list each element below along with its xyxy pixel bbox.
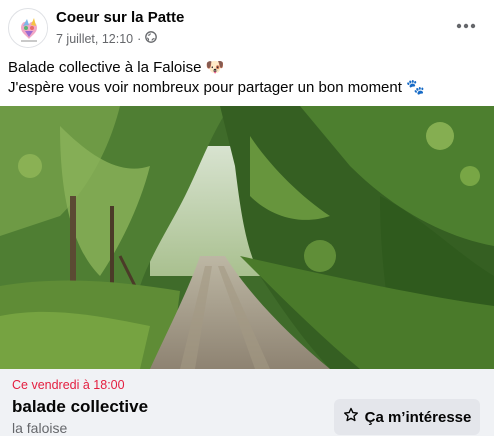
star-icon <box>343 407 359 427</box>
page-name[interactable]: Coeur sur la Patte <box>56 9 184 26</box>
post-header: Coeur sur la Patte 7 juillet, 12:10 · <box>0 0 494 50</box>
post-line-2-text: J'espère vous voir nombreux pour partage… <box>8 79 402 96</box>
event-title[interactable]: balade collective <box>12 397 148 417</box>
page-logo <box>10 10 47 47</box>
event-card[interactable]: Ce vendredi à 18:00 balade collective la… <box>0 369 494 436</box>
event-date: Ce vendredi à 18:00 <box>12 378 125 392</box>
paw-emoji: 🐾 <box>406 79 425 96</box>
post-message: Balade collective à la Faloise 🐶 J'espèr… <box>8 58 486 98</box>
dog-emoji: 🐶 <box>205 59 225 76</box>
post-line-1: Balade collective à la Faloise 🐶 <box>8 58 486 78</box>
event-location: la faloise <box>12 420 68 436</box>
post-timestamp[interactable]: 7 juillet, 12:10 <box>56 32 133 46</box>
post-line-2: J'espère vous voir nombreux pour partage… <box>8 78 486 98</box>
interested-button-label: Ça m’intéresse <box>364 408 472 426</box>
page-avatar[interactable] <box>8 8 48 48</box>
forest-path-image <box>0 106 494 369</box>
post-meta: 7 juillet, 12:10 · <box>56 31 158 46</box>
event-cover-photo[interactable] <box>0 106 494 369</box>
interested-button[interactable]: Ça m’intéresse <box>334 399 480 435</box>
globe-icon <box>145 31 158 46</box>
post-line-1-text: Balade collective à la Faloise <box>8 59 202 76</box>
more-options-icon[interactable] <box>452 12 480 40</box>
